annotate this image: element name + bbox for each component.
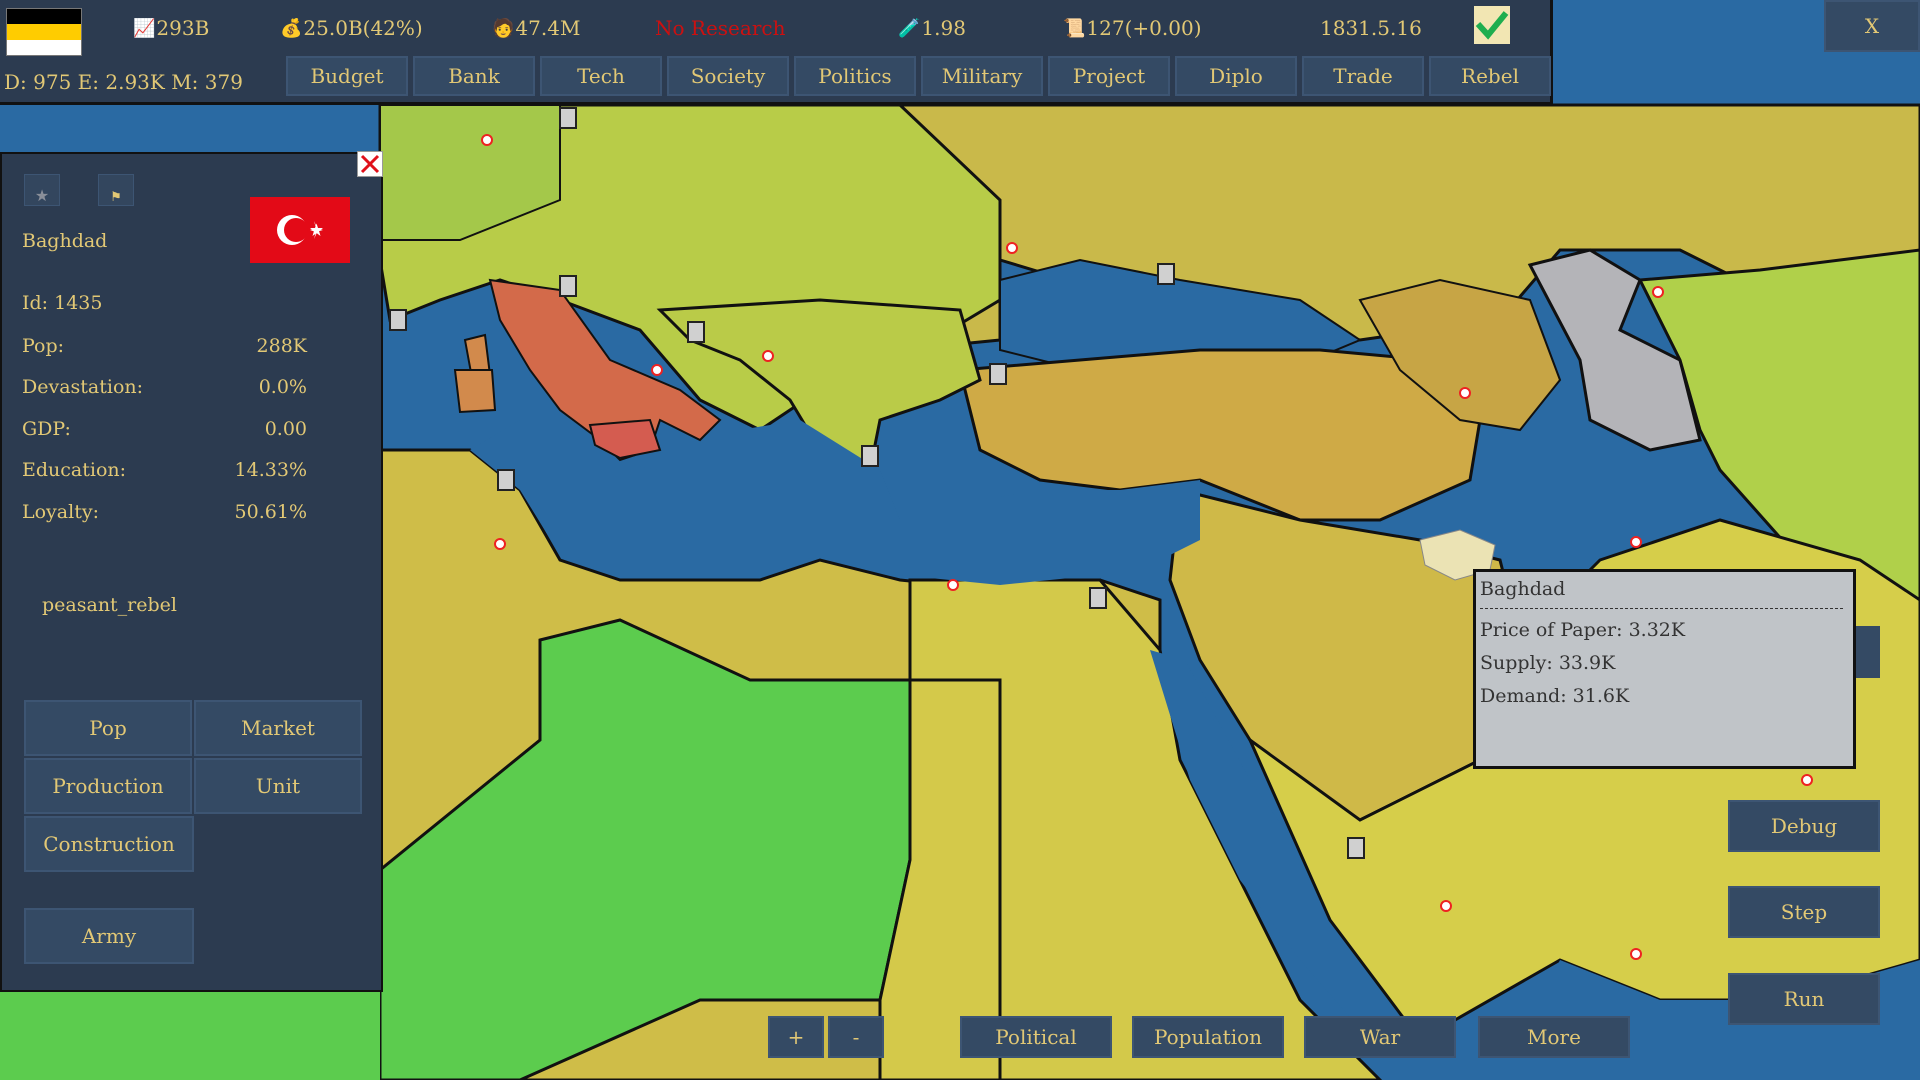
nav-budget[interactable]: Budget bbox=[286, 56, 408, 96]
research-status: No Research bbox=[655, 16, 786, 40]
zoom-out-button[interactable]: - bbox=[828, 1016, 884, 1058]
stat-value: 288K bbox=[256, 335, 307, 357]
money-bag-icon: 💰 bbox=[280, 17, 303, 39]
close-panel-button[interactable] bbox=[357, 151, 383, 177]
exit-button[interactable]: X bbox=[1824, 0, 1920, 52]
nav-bank[interactable]: Bank bbox=[413, 56, 535, 96]
step-button[interactable]: Step bbox=[1728, 886, 1880, 938]
top-bar: 📈 293B 💰 25.0B(42%) 🧑 47.4M No Research … bbox=[0, 0, 1553, 105]
rebel-type: peasant_rebel bbox=[42, 594, 177, 616]
gdp-value: 293B bbox=[156, 16, 210, 40]
stat-value: 0.00 bbox=[264, 418, 307, 440]
stat-row-devastation: Devastation: 0.0% bbox=[22, 376, 307, 398]
nation-flag[interactable] bbox=[6, 8, 82, 56]
stat-row-gdp: GDP: 0.00 bbox=[22, 418, 307, 440]
zoom-in-button[interactable]: + bbox=[768, 1016, 824, 1058]
nav-military[interactable]: Military bbox=[921, 56, 1043, 96]
chart-icon: 📈 bbox=[133, 17, 156, 39]
prestige-stat[interactable]: 📜 127(+0.00) bbox=[1063, 16, 1202, 40]
market-button[interactable]: Market bbox=[194, 700, 362, 756]
production-button[interactable]: Production bbox=[24, 758, 192, 814]
education-stat[interactable]: 🧪 1.98 bbox=[898, 16, 966, 40]
stat-value: 14.33% bbox=[234, 459, 307, 481]
stat-label: Education: bbox=[22, 459, 127, 481]
research-stat[interactable]: No Research bbox=[655, 16, 785, 40]
market-tooltip: Baghdad Price of Paper: 3.32K Supply: 33… bbox=[1473, 569, 1856, 769]
flag-stripe-white bbox=[7, 39, 81, 55]
stat-label: GDP: bbox=[22, 418, 71, 440]
flag-marker-icon[interactable]: ⚑ bbox=[98, 174, 134, 206]
tooltip-supply: Supply: 33.9K bbox=[1480, 652, 1616, 674]
debug-button[interactable]: Debug bbox=[1728, 800, 1880, 852]
province-id: Id: 1435 bbox=[22, 292, 103, 314]
unit-button[interactable]: Unit bbox=[194, 758, 362, 814]
prestige-value: 127(+0.00) bbox=[1086, 16, 1202, 40]
treasury-stat[interactable]: 💰 25.0B(42%) bbox=[280, 16, 423, 40]
hidden-button[interactable] bbox=[1856, 626, 1880, 678]
tooltip-price: Price of Paper: 3.32K bbox=[1480, 619, 1686, 641]
close-icon bbox=[360, 154, 380, 174]
syringe-icon: 🧪 bbox=[898, 17, 921, 39]
stat-label: Loyalty: bbox=[22, 501, 99, 523]
population-value: 47.4M bbox=[515, 16, 581, 40]
stat-label: Devastation: bbox=[22, 376, 144, 398]
military-summary: D: 975 E: 2.93K M: 379 bbox=[4, 70, 243, 94]
nav-trade[interactable]: Trade bbox=[1302, 56, 1424, 96]
confirm-button[interactable] bbox=[1474, 6, 1510, 44]
nav-project[interactable]: Project bbox=[1048, 56, 1170, 96]
stat-row-loyalty: Loyalty: 50.61% bbox=[22, 501, 307, 523]
mapmode-war[interactable]: War bbox=[1304, 1016, 1456, 1058]
owner-flag[interactable] bbox=[250, 197, 350, 263]
mapmode-political[interactable]: Political bbox=[960, 1016, 1112, 1058]
gdp-stat[interactable]: 📈 293B bbox=[133, 16, 209, 40]
stat-value: 50.61% bbox=[234, 501, 307, 523]
stat-label: Pop: bbox=[22, 335, 65, 357]
nav-politics[interactable]: Politics bbox=[794, 56, 916, 96]
nav-diplo[interactable]: Diplo bbox=[1175, 56, 1297, 96]
date-value: 1831.5.16 bbox=[1320, 16, 1422, 40]
scroll-icon: 📜 bbox=[1063, 17, 1086, 39]
tooltip-demand: Demand: 31.6K bbox=[1480, 685, 1630, 707]
stat-row-pop: Pop: 288K bbox=[22, 335, 307, 357]
province-panel: ★ ⚑ Baghdad Id: 1435 Pop: 288K Devastati… bbox=[0, 152, 383, 992]
crescent-star-icon bbox=[277, 215, 323, 245]
person-icon: 🧑 bbox=[492, 17, 515, 39]
nav-rebel[interactable]: Rebel bbox=[1429, 56, 1551, 96]
mapmode-more[interactable]: More bbox=[1478, 1016, 1630, 1058]
province-name: Baghdad bbox=[22, 230, 108, 252]
nav-tech[interactable]: Tech bbox=[540, 56, 662, 96]
construction-button[interactable]: Construction bbox=[24, 816, 194, 872]
mapmode-population[interactable]: Population bbox=[1132, 1016, 1284, 1058]
nav-society[interactable]: Society bbox=[667, 56, 789, 96]
favorite-star-icon[interactable]: ★ bbox=[24, 174, 60, 206]
run-button[interactable]: Run bbox=[1728, 973, 1880, 1025]
tooltip-divider bbox=[1480, 608, 1843, 609]
education-value: 1.98 bbox=[921, 16, 966, 40]
treasury-value: 25.0B(42%) bbox=[303, 16, 423, 40]
pop-button[interactable]: Pop bbox=[24, 700, 192, 756]
flag-stripe-black bbox=[7, 9, 81, 25]
stat-row-education: Education: 14.33% bbox=[22, 459, 307, 481]
stat-value: 0.0% bbox=[258, 376, 307, 398]
army-button[interactable]: Army bbox=[24, 908, 194, 964]
tooltip-title: Baghdad bbox=[1480, 578, 1566, 600]
population-stat[interactable]: 🧑 47.4M bbox=[492, 16, 580, 40]
flag-stripe-gold bbox=[7, 24, 81, 40]
game-date: 1831.5.16 bbox=[1320, 16, 1422, 40]
check-icon bbox=[1475, 11, 1509, 40]
